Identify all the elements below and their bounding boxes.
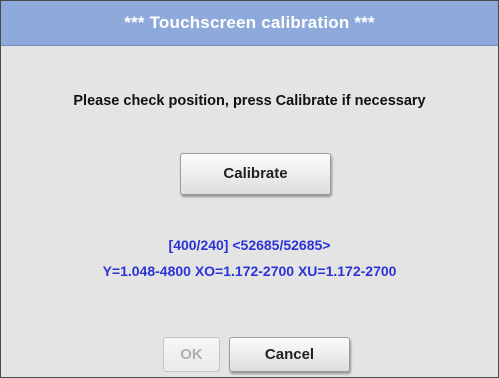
instruction-text: Please check position, press Calibrate i… [73, 93, 426, 109]
coefficients-readout: Y=1.048-4800 XO=1.172-2700 XU=1.172-2700 [102, 263, 397, 279]
calibration-dialog: *** Touchscreen calibration *** Please c… [0, 0, 499, 378]
cancel-button[interactable]: Cancel [229, 337, 350, 372]
dialog-title: *** Touchscreen calibration *** [1, 1, 498, 46]
position-readout: [400/240] <52685/52685> [168, 237, 331, 253]
calibrate-button[interactable]: Calibrate [180, 153, 331, 195]
ok-button: OK [163, 337, 220, 372]
